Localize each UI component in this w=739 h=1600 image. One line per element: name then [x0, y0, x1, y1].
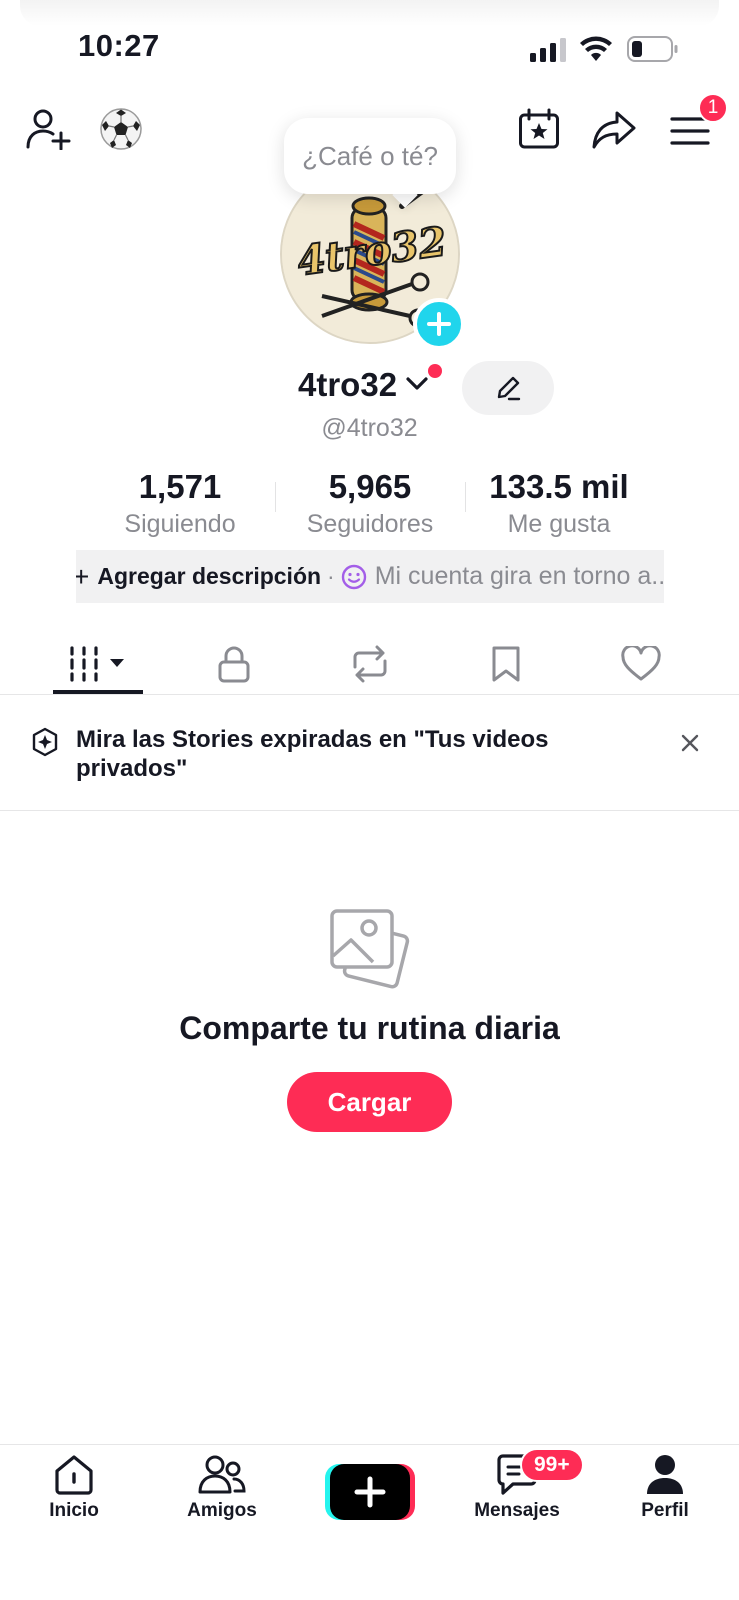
stat-likes-label: Me gusta: [507, 510, 611, 538]
nav-messages-label: Mensajes: [474, 1500, 560, 1521]
stat-followers-value: 5,965: [328, 468, 412, 505]
menu-notification-badge: 1: [698, 93, 728, 123]
bottom-nav-divider: [0, 1444, 739, 1445]
stat-following-label: Siguiendo: [124, 510, 236, 538]
add-story-button[interactable]: [413, 298, 465, 350]
tabs-divider: [0, 694, 739, 695]
add-friend-icon[interactable]: [26, 108, 72, 150]
soccer-ball-icon[interactable]: [100, 108, 142, 150]
add-description-label: Agregar descripción: [97, 563, 322, 589]
smiley-icon: [341, 564, 367, 590]
stat-followers[interactable]: 5,965 Seguidores: [270, 468, 470, 539]
tab-saved[interactable]: [466, 634, 546, 694]
nav-home-label: Inicio: [49, 1500, 99, 1521]
stories-banner-text[interactable]: Mira las Stories expiradas en "Tus video…: [76, 725, 636, 783]
account-notification-dot: [428, 364, 442, 378]
create-button[interactable]: [325, 1464, 415, 1520]
tooltip-bubble[interactable]: ¿Café o té?: [284, 118, 456, 194]
tab-videos[interactable]: [53, 634, 143, 694]
lock-icon: [217, 645, 251, 683]
description-separator: ·: [327, 563, 335, 589]
videos-grid-icon: [68, 646, 128, 682]
upload-button[interactable]: Cargar: [287, 1072, 452, 1132]
description-placeholder: Mi cuenta gira en torno a..: [374, 562, 664, 590]
repost-icon: [349, 645, 391, 683]
stories-sparkle-icon: [30, 727, 60, 757]
tab-liked[interactable]: [601, 634, 681, 694]
nav-profile-label: Perfil: [641, 1500, 689, 1521]
banner-divider: [0, 810, 739, 811]
photos-icon: [329, 908, 411, 990]
heart-icon: [621, 646, 661, 682]
stat-followers-label: Seguidores: [306, 510, 434, 538]
stat-likes[interactable]: 133.5 mil Me gusta: [459, 468, 659, 539]
stat-following[interactable]: 1,571 Siguiendo: [80, 468, 280, 539]
wifi-icon: [580, 36, 612, 62]
nav-home[interactable]: Inicio: [14, 1454, 134, 1522]
top-fade: [20, 0, 719, 26]
stat-likes-value: 133.5 mil: [489, 468, 629, 505]
friends-icon: [198, 1454, 246, 1496]
plus-icon: +: [76, 560, 90, 592]
battery-icon: [627, 36, 679, 62]
messages-badge: 99+: [520, 1448, 584, 1482]
profile-icon: [644, 1454, 686, 1496]
close-icon[interactable]: [680, 733, 700, 753]
chevron-down-icon[interactable]: [406, 376, 428, 392]
edit-profile-button[interactable]: [462, 361, 554, 415]
bookmark-icon: [491, 645, 521, 683]
create-plus-icon: [354, 1476, 386, 1508]
tab-private[interactable]: [194, 634, 274, 694]
stat-following-value: 1,571: [138, 468, 222, 505]
nav-friends[interactable]: Amigos: [162, 1454, 282, 1522]
home-icon: [53, 1454, 95, 1496]
create-button-face: [330, 1464, 410, 1520]
calendar-star-icon[interactable]: [518, 108, 560, 150]
tab-reposts[interactable]: [330, 634, 410, 694]
nav-profile[interactable]: Perfil: [605, 1454, 725, 1522]
add-description-button[interactable]: + Agregar descripción · Mi cuenta gira e…: [76, 550, 664, 603]
user-handle: @4tro32: [321, 414, 418, 442]
nav-friends-label: Amigos: [187, 1500, 257, 1521]
share-icon[interactable]: [592, 110, 636, 150]
cellular-signal-icon: [530, 38, 566, 62]
status-time: 10:27: [78, 28, 160, 63]
username[interactable]: 4tro32: [298, 366, 397, 404]
pencil-icon: [495, 375, 521, 401]
empty-state-title: Comparte tu rutina diaria: [179, 1010, 560, 1046]
